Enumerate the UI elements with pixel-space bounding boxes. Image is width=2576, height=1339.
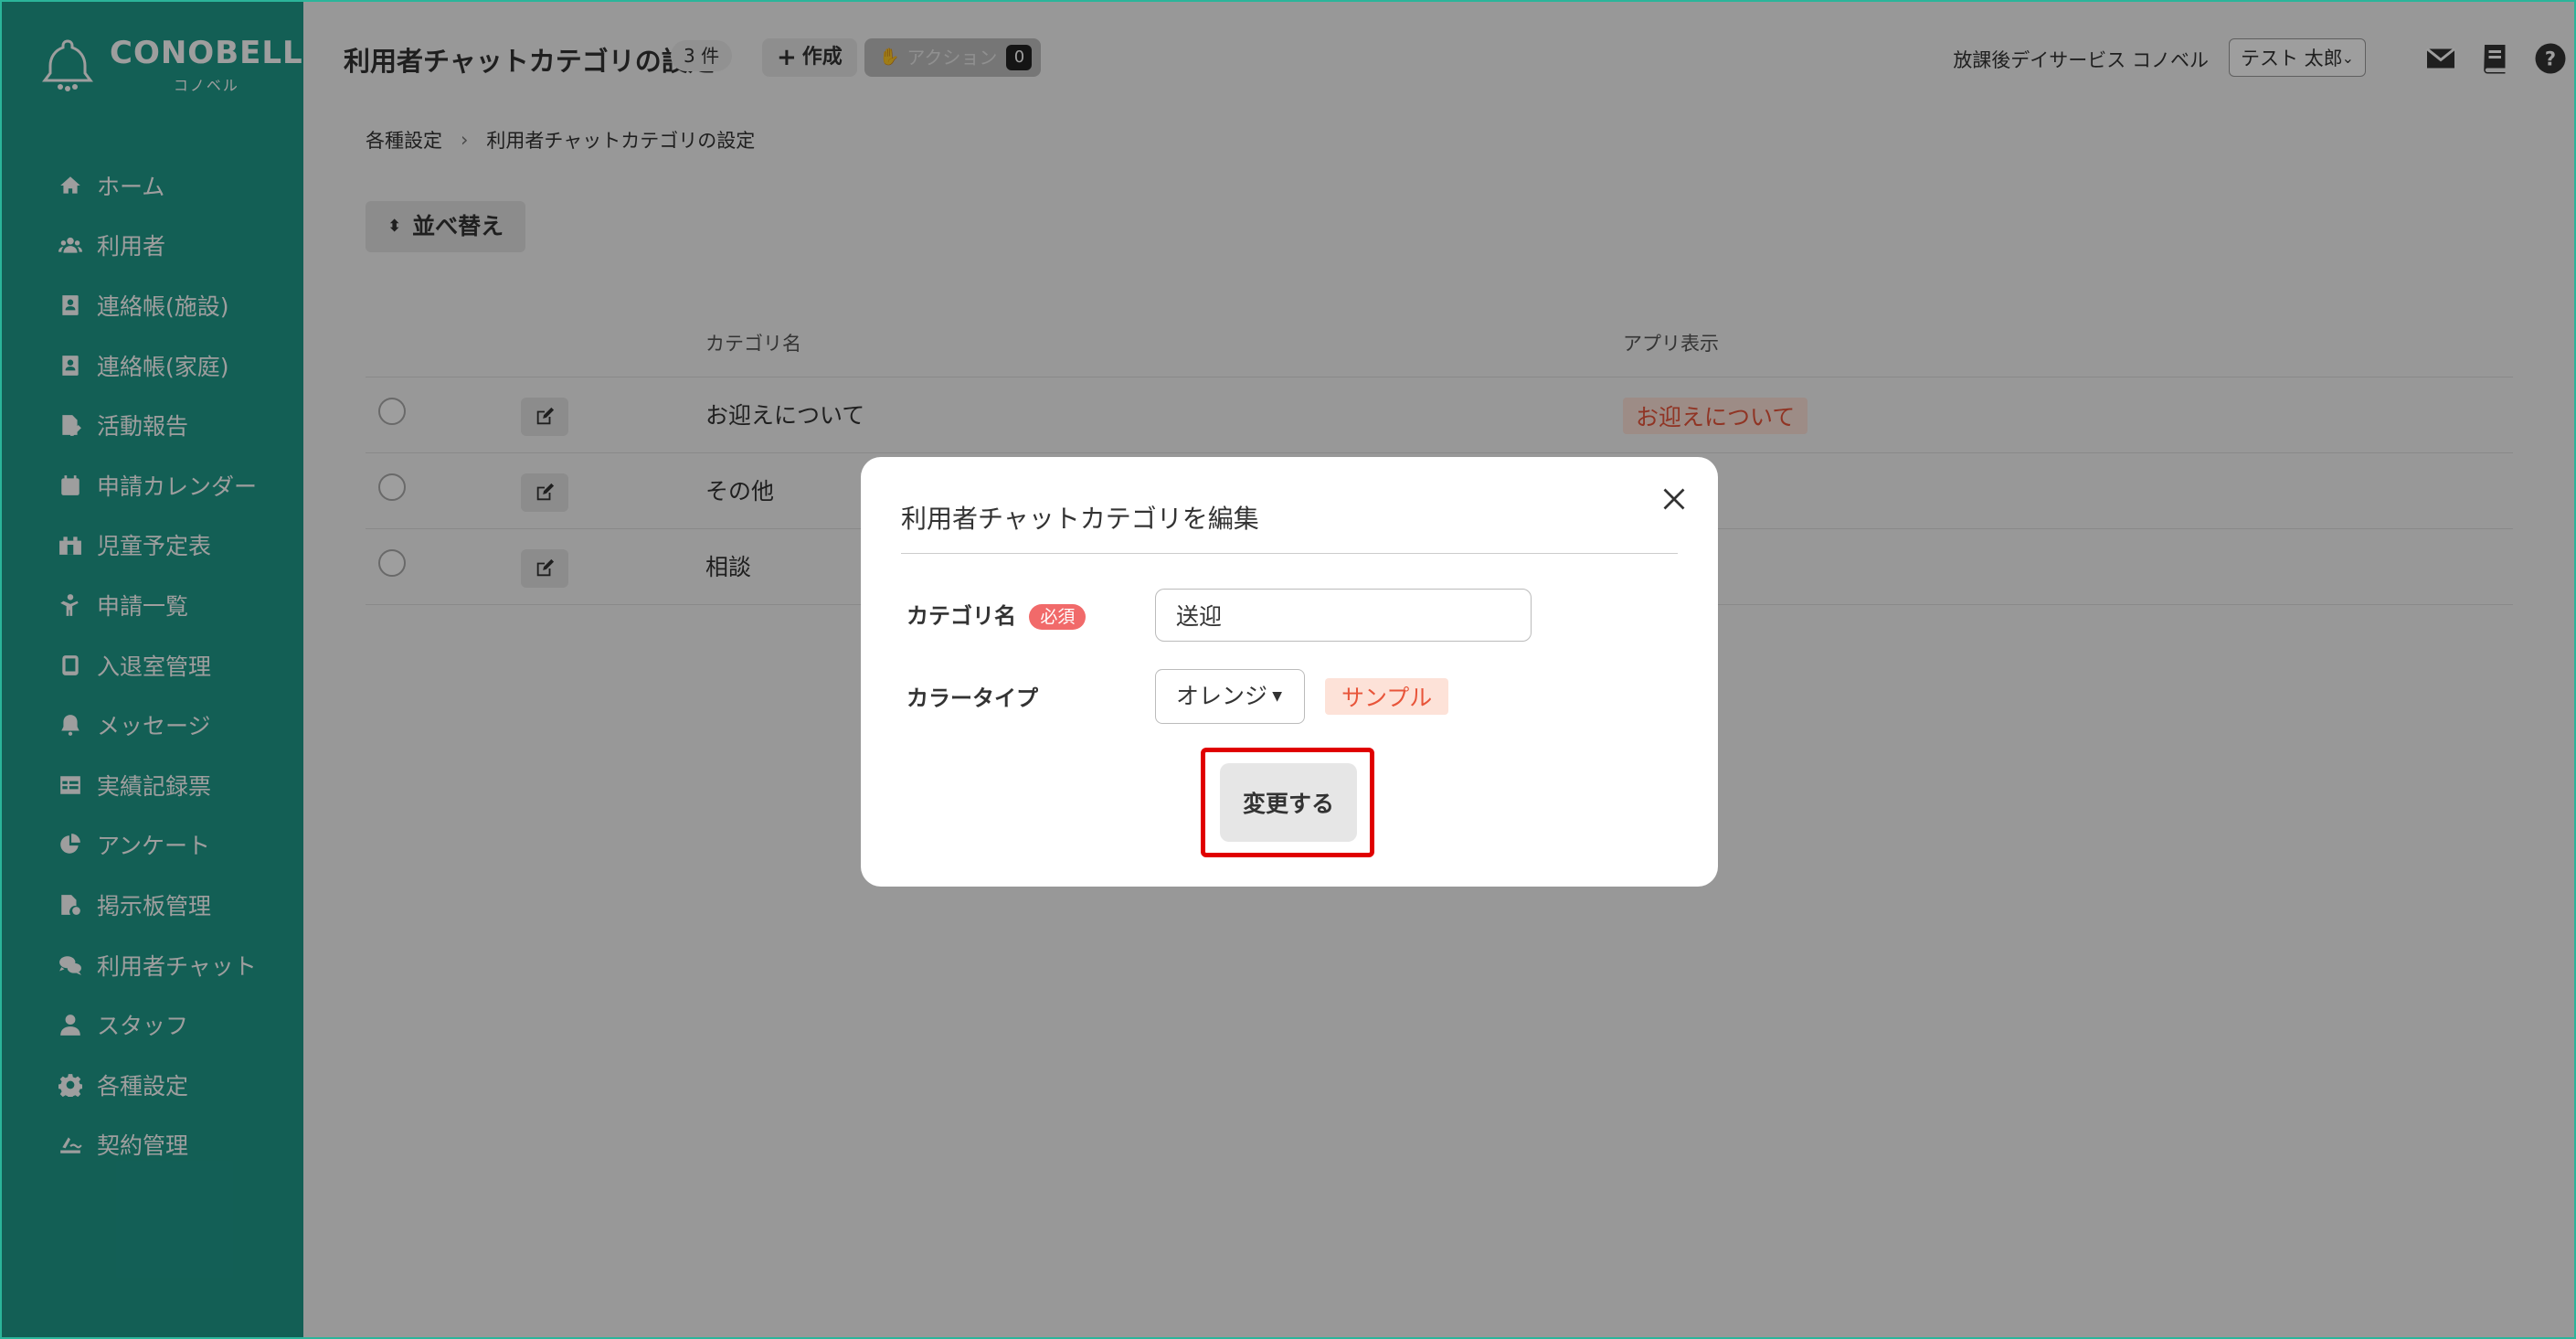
edit-category-modal: 利用者チャットカテゴリを編集 カテゴリ名 必須 カラータイプ オレンジ ▼ サン…	[861, 457, 1718, 887]
color-type-value: オレンジ	[1176, 683, 1268, 709]
app-window: CONOBELL コノベル ホーム 利用者 連絡帳(施設) 連絡帳(家庭) 活動…	[0, 0, 2576, 1339]
required-badge: 必須	[1029, 604, 1087, 630]
category-name-label-text: カテゴリ名	[906, 603, 1016, 629]
modal-title: 利用者チャットカテゴリを編集	[901, 504, 1259, 534]
caret-down-icon: ▼	[1272, 689, 1282, 704]
modal-divider	[901, 553, 1678, 554]
submit-button[interactable]: 変更する	[1220, 763, 1357, 842]
close-icon[interactable]	[1658, 483, 1691, 515]
category-name-input[interactable]	[1155, 589, 1532, 642]
highlight-box: 変更する	[1201, 748, 1374, 857]
color-type-select[interactable]: オレンジ ▼	[1155, 669, 1305, 724]
color-sample-tag: サンプル	[1325, 678, 1449, 715]
category-name-label: カテゴリ名 必須	[906, 598, 1087, 630]
color-type-label: カラータイプ	[906, 685, 1038, 711]
